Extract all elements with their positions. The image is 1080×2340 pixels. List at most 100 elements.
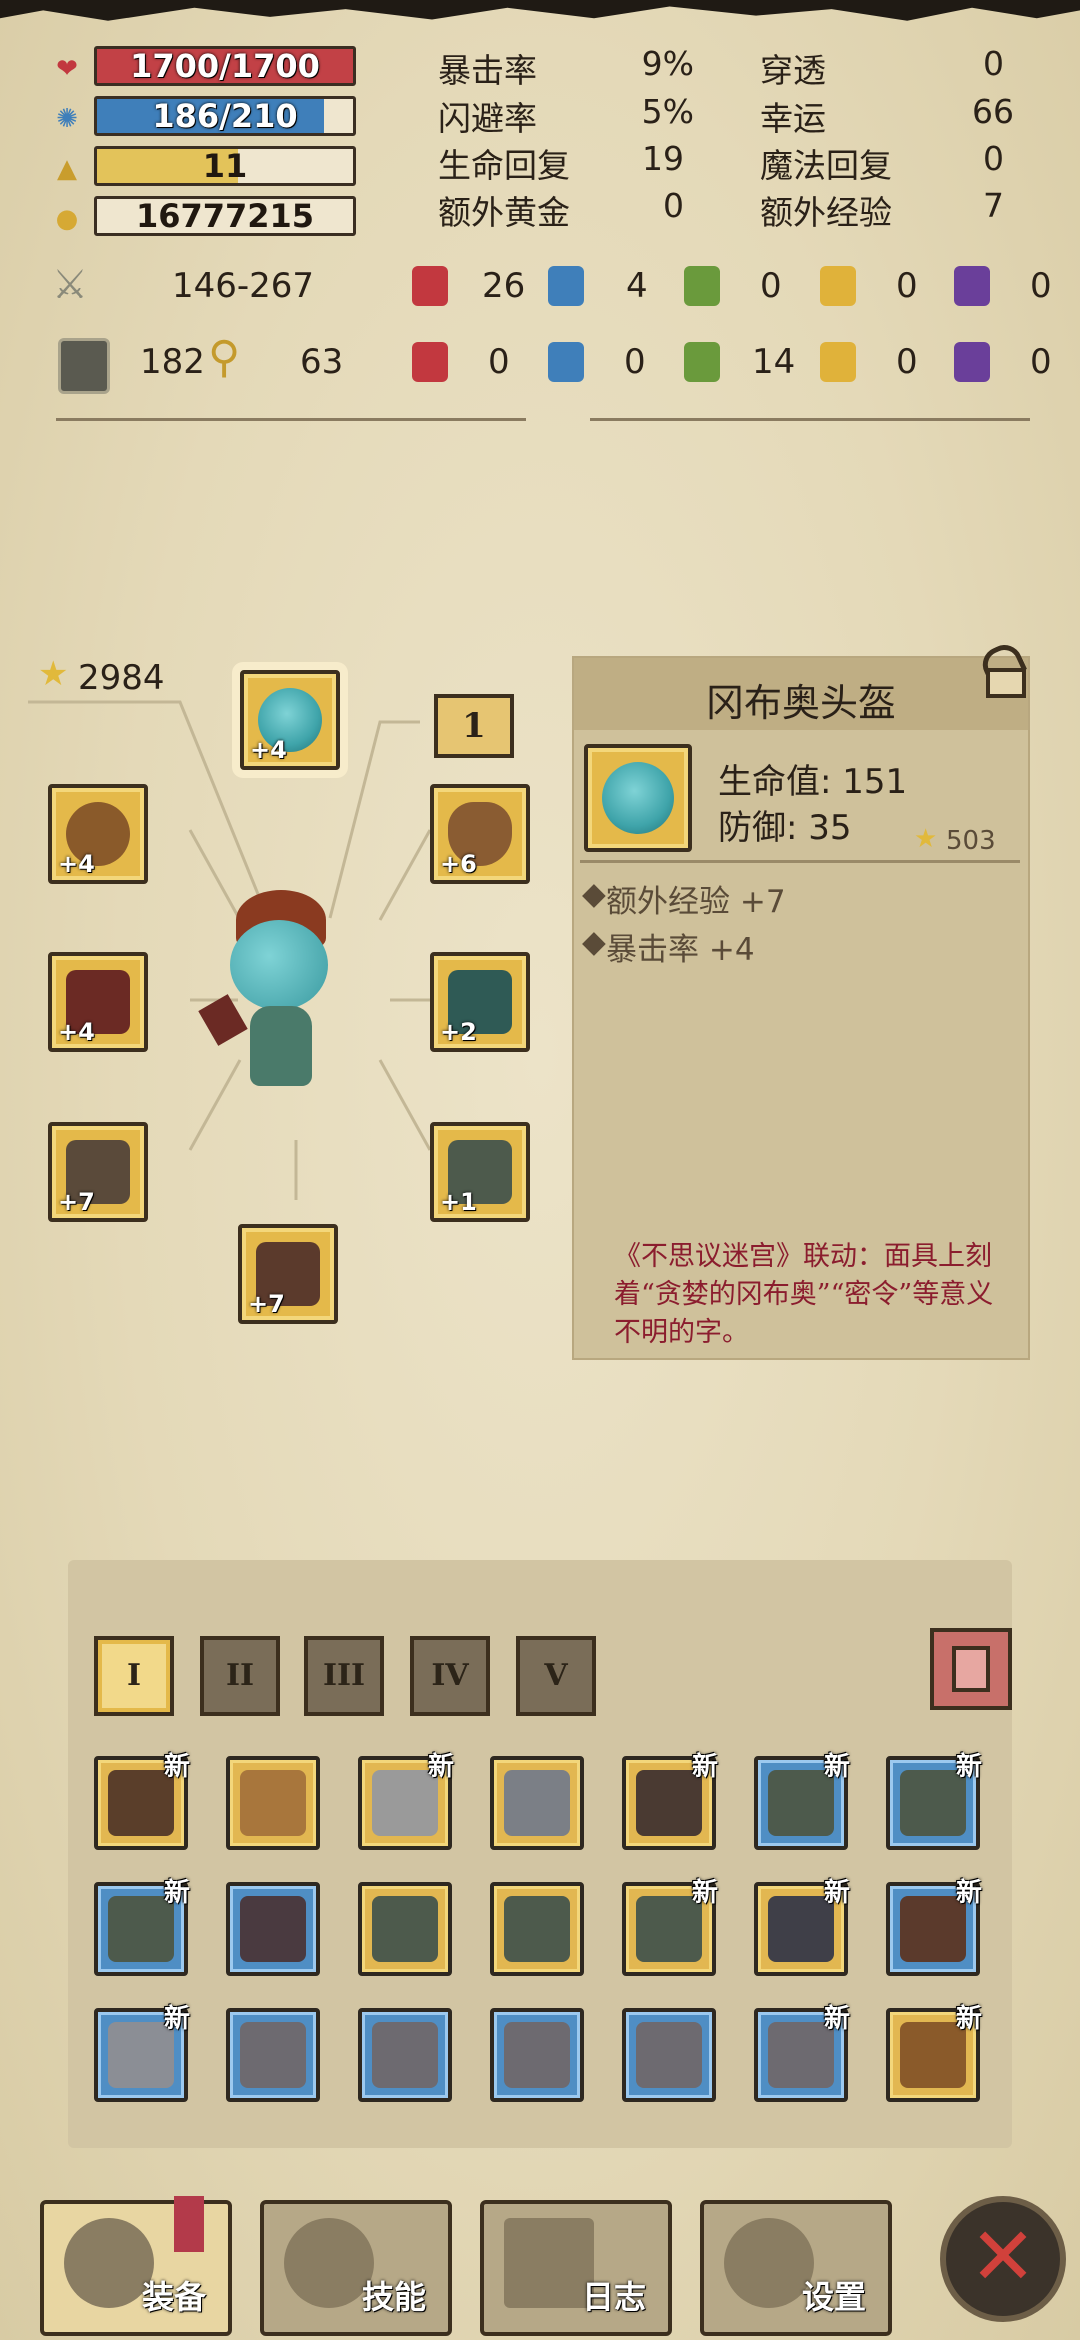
trash-button[interactable] — [930, 1628, 1012, 1710]
amulet-slot[interactable]: +6 — [430, 784, 530, 884]
item-detail-panel: 冈布奥头盔 生命值: 151 防御: 35 ★ 503 ◆ 额外经验 +7 ◆ … — [572, 656, 1030, 1360]
hero-character — [198, 880, 356, 1100]
bonus-bullet-2: ◆ — [582, 924, 606, 960]
new-badge: 新 — [823, 1752, 850, 1782]
star-icon: ★ — [38, 654, 69, 694]
nav-skills-label: 技能 — [361, 2278, 426, 2316]
chest-level: +2 — [440, 1018, 477, 1046]
inventory-item[interactable]: 新 — [358, 1752, 454, 1850]
nav-log-label: 日志 — [581, 2278, 646, 2316]
equipment-item-icon — [240, 1770, 306, 1836]
item-detail-header: 冈布奥头盔 — [574, 658, 1028, 730]
inventory-item[interactable] — [490, 2008, 584, 2102]
inventory-item[interactable]: 新 — [94, 2004, 190, 2102]
inventory-item[interactable] — [358, 2008, 452, 2102]
inventory-tab-5[interactable]: V — [516, 1636, 596, 1716]
bonus-bullet-1: ◆ — [582, 876, 606, 912]
nav-settings-label: 设置 — [801, 2278, 866, 2316]
journal-icon — [504, 2218, 594, 2308]
item-name: 冈布奥头盔 — [705, 681, 896, 725]
item-score: 503 — [946, 826, 996, 856]
pants-level: +1 — [440, 1188, 477, 1216]
item-bonus-1: 额外经验 +7 — [606, 884, 786, 920]
new-badge: 新 — [163, 1752, 190, 1782]
inventory-item[interactable]: 新 — [622, 1878, 718, 1976]
trash-can-icon — [952, 1646, 990, 1692]
detail-item-thumbnail — [584, 744, 692, 852]
inventory-item[interactable]: 新 — [94, 1752, 190, 1850]
gloves-level: +7 — [58, 1188, 95, 1216]
chest-slot[interactable]: +2 — [430, 952, 530, 1052]
new-badge: 新 — [163, 1878, 190, 1908]
gear-icon — [724, 2218, 814, 2308]
nav-settings-button[interactable]: 设置 — [700, 2200, 892, 2336]
new-badge: 新 — [823, 1878, 850, 1908]
inventory-item[interactable] — [622, 2008, 716, 2102]
inventory-item[interactable]: 新 — [754, 1752, 850, 1850]
set-badge-number: 1 — [462, 706, 486, 746]
weapon-level: +4 — [58, 1018, 95, 1046]
new-badge: 新 — [955, 2004, 982, 2034]
inventory-tab-1[interactable]: I — [94, 1636, 174, 1716]
inventory-item[interactable]: 新 — [754, 1878, 850, 1976]
lock-icon[interactable] — [974, 639, 1034, 698]
inventory-item[interactable] — [490, 1882, 584, 1976]
gumball-helmet-icon — [602, 762, 674, 834]
item-score-star-icon: ★ — [914, 824, 938, 854]
equipment-item-icon — [240, 1896, 306, 1962]
inventory-tab-3[interactable]: III — [304, 1636, 384, 1716]
inventory-item[interactable]: 新 — [886, 2004, 982, 2102]
inventory-item[interactable]: 新 — [886, 1752, 982, 1850]
nav-equipment-button[interactable]: 装备 — [40, 2196, 232, 2336]
equipment-item-icon — [372, 1896, 438, 1962]
item-bonus-2: 暴击率 +4 — [606, 932, 755, 968]
new-badge: 新 — [955, 1752, 982, 1782]
inventory-item[interactable]: 新 — [886, 1878, 982, 1976]
item-detail-divider — [580, 860, 1020, 863]
nav-skills-button[interactable]: 技能 — [260, 2200, 452, 2336]
inventory-tab-2[interactable]: II — [200, 1636, 280, 1716]
equipment-item-icon — [504, 2022, 570, 2088]
weapon-slot[interactable]: +4 — [48, 952, 148, 1052]
new-badge: 新 — [823, 2004, 850, 2034]
equipment-item-icon — [504, 1770, 570, 1836]
new-badge: 新 — [163, 2004, 190, 2034]
new-badge: 新 — [427, 1752, 454, 1782]
boots-slot[interactable]: +7 — [238, 1224, 338, 1324]
close-icon: ✕ — [969, 2210, 1037, 2303]
nav-log-button[interactable]: 日志 — [480, 2200, 672, 2336]
inventory-item[interactable] — [226, 2008, 320, 2102]
boots-level: +7 — [248, 1290, 285, 1318]
ring-level: +4 — [58, 850, 95, 878]
gloves-slot[interactable]: +7 — [48, 1122, 148, 1222]
equipment-item-icon — [372, 2022, 438, 2088]
amulet-level: +6 — [440, 850, 477, 878]
new-badge: 新 — [691, 1878, 718, 1908]
axe-icon — [64, 2218, 154, 2308]
inventory-item[interactable]: 新 — [754, 2004, 850, 2102]
inventory-item[interactable]: 新 — [94, 1878, 190, 1976]
new-badge: 新 — [691, 1752, 718, 1782]
pants-slot[interactable]: +1 — [430, 1122, 530, 1222]
inventory-item[interactable] — [226, 1756, 320, 1850]
item-hp-stat: 生命值: 151 — [718, 762, 908, 802]
equipment-set-badge[interactable]: 1 — [434, 694, 514, 758]
equipment-item-icon — [504, 1896, 570, 1962]
inventory-item[interactable]: 新 — [622, 1752, 718, 1850]
inventory-item[interactable] — [358, 1882, 452, 1976]
item-description: 《不思议迷宫》联动：面具上刻着“贪婪的冈布奥”“密令”等意义不明的字。 — [614, 1241, 994, 1348]
new-badge: 新 — [955, 1878, 982, 1908]
inventory-item[interactable] — [226, 1882, 320, 1976]
helmet-slot[interactable]: +4 — [240, 670, 340, 770]
inventory-tab-4[interactable]: IV — [410, 1636, 490, 1716]
ring-slot[interactable]: +4 — [48, 784, 148, 884]
bookmark-ribbon-icon — [174, 2196, 204, 2252]
total-rating: 2984 — [78, 658, 165, 698]
helmet-level: +4 — [250, 736, 287, 764]
nav-equipment-label: 装备 — [141, 2278, 206, 2316]
equipment-item-icon — [240, 2022, 306, 2088]
item-def-stat: 防御: 35 — [718, 808, 852, 848]
inventory-item[interactable] — [490, 1756, 584, 1850]
close-button[interactable]: ✕ — [940, 2196, 1066, 2322]
skills-rune-icon — [284, 2218, 374, 2308]
